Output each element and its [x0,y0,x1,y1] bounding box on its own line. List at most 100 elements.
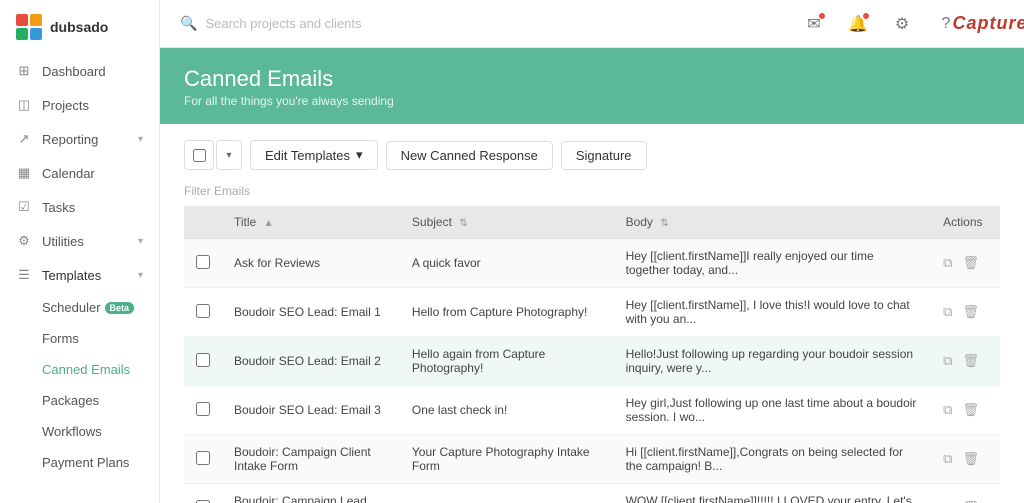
col-actions: Actions [931,206,1000,239]
row-checkbox-cell [184,484,222,503]
sidebar-item-canned-emails[interactable]: Canned Emails [0,354,159,385]
search-container: 🔍 Search projects and clients [180,15,788,32]
copy-icon[interactable]: ⧉ [943,255,952,271]
sidebar-item-utilities[interactable]: ⚙ Utilities ▾ [0,224,159,258]
sidebar-item-packages[interactable]: Packages [0,385,159,416]
row-actions: ⧉ 🗑 [931,435,1000,484]
forms-label: Forms [42,331,79,346]
sidebar-label-projects: Projects [42,98,143,113]
payment-plans-label: Payment Plans [42,455,129,470]
row-checkbox[interactable] [196,353,210,367]
action-icons: ⧉ 🗑 [943,402,988,418]
settings-icon[interactable]: ⚙ [888,10,916,38]
utilities-chevron: ▾ [138,236,143,247]
row-body: Hey [[client.firstName]]I really enjoyed… [614,239,932,288]
delete-icon[interactable]: 🗑 [962,255,979,271]
copy-icon[interactable]: ⧉ [943,451,952,467]
select-dropdown[interactable]: ▾ [216,140,242,170]
table-row: Boudoir: Campaign Client Intake Form You… [184,435,1000,484]
col-title-label: Title [234,215,256,229]
sidebar-item-reporting[interactable]: ↗ Reporting ▾ [0,122,159,156]
edit-templates-chevron: ▾ [356,147,363,163]
sidebar-label-utilities: Utilities [42,234,128,249]
calendar-icon: ▦ [16,165,32,181]
sidebar-item-projects[interactable]: ◫ Projects [0,88,159,122]
row-checkbox[interactable] [196,500,210,503]
row-checkbox[interactable] [196,402,210,416]
copy-icon[interactable]: ⧉ [943,353,952,369]
sidebar-logo: dubsado [0,0,159,54]
packages-label: Packages [42,393,99,408]
subject-sort-icon: ⇅ [459,218,467,229]
new-canned-response-button[interactable]: New Canned Response [386,141,553,170]
content-area: ▾ Edit Templates ▾ New Canned Response S… [160,124,1024,503]
row-actions: ⧉ 🗑 [931,239,1000,288]
col-title[interactable]: Title ▲ [222,206,400,239]
utilities-icon: ⚙ [16,233,32,249]
page-content: Canned Emails For all the things you're … [160,48,1024,503]
table-row: Boudoir SEO Lead: Email 1 Hello from Cap… [184,288,1000,337]
signature-button[interactable]: Signature [561,141,647,170]
select-all-input[interactable] [193,149,206,162]
row-subject: Hello from Capture Photography! [400,288,614,337]
sidebar-item-tasks[interactable]: ☑ Tasks [0,190,159,224]
new-canned-label: New Canned Response [401,148,538,163]
delete-icon[interactable]: 🗑 [962,353,979,369]
row-title: Boudoir SEO Lead: Email 3 [222,386,400,435]
sidebar-label-dashboard: Dashboard [42,64,143,79]
sidebar-item-templates[interactable]: ☰ Templates ▾ [0,258,159,292]
row-checkbox[interactable] [196,304,210,318]
row-subject: Your Capture Photography Intake Form [400,435,614,484]
sidebar-item-workflows[interactable]: Workflows [0,416,159,447]
row-title: Boudoir SEO Lead: Email 2 [222,337,400,386]
search-input[interactable]: Search projects and clients [205,16,361,31]
sidebar-item-payment-plans[interactable]: Payment Plans [0,447,159,478]
sidebar-label-templates: Templates [42,268,128,283]
row-checkbox-cell [184,239,222,288]
sidebar-item-calendar[interactable]: ▦ Calendar [0,156,159,190]
row-actions: ⧉ 🗑 [931,337,1000,386]
col-actions-label: Actions [943,215,982,229]
col-subject[interactable]: Subject ⇅ [400,206,614,239]
mail-notification [818,12,826,20]
reporting-chevron: ▾ [138,134,143,145]
signature-label: Signature [576,148,632,163]
delete-icon[interactable]: 🗑 [962,451,979,467]
search-icon: 🔍 [180,15,197,32]
row-subject: Hello from Capture Photography! [400,484,614,503]
row-subject: A quick favor [400,239,614,288]
col-checkbox [184,206,222,239]
sidebar-item-forms[interactable]: Forms [0,323,159,354]
dashboard-icon: ⊞ [16,63,32,79]
copy-icon[interactable]: ⧉ [943,304,952,320]
canned-emails-label: Canned Emails [42,362,130,377]
row-actions: ⧉ 🗑 [931,484,1000,503]
sidebar-item-dashboard[interactable]: ⊞ Dashboard [0,54,159,88]
bell-icon[interactable]: 🔔 [844,10,872,38]
row-body: WOW [[client.firstName]]!!!!! I LOVED yo… [614,484,932,503]
action-icons: ⧉ 🗑 [943,255,988,271]
delete-icon[interactable]: 🗑 [962,304,979,320]
mail-icon[interactable]: ✉ [800,10,828,38]
row-checkbox[interactable] [196,255,210,269]
select-all-checkbox[interactable] [184,140,214,170]
table-row: Boudoir SEO Lead: Email 2 Hello again fr… [184,337,1000,386]
toolbar: ▾ Edit Templates ▾ New Canned Response S… [184,140,1000,170]
sidebar: dubsado ⊞ Dashboard ◫ Projects ↗ Reporti… [0,0,160,503]
templates-chevron: ▾ [138,270,143,281]
workflows-label: Workflows [42,424,102,439]
page-header: Canned Emails For all the things you're … [160,48,1024,124]
tasks-icon: ☑ [16,199,32,215]
body-sort-icon: ⇅ [660,218,668,229]
col-body[interactable]: Body ⇅ [614,206,932,239]
row-checkbox[interactable] [196,451,210,465]
col-body-label: Body [626,215,653,229]
title-sort-icon: ▲ [264,218,274,229]
edit-templates-label: Edit Templates [265,148,350,163]
delete-icon[interactable]: 🗑 [962,402,979,418]
copy-icon[interactable]: ⧉ [943,402,952,418]
sidebar-item-scheduler[interactable]: Scheduler Beta [0,292,159,323]
edit-templates-button[interactable]: Edit Templates ▾ [250,140,378,170]
sidebar-label-reporting: Reporting [42,132,128,147]
action-icons: ⧉ 🗑 [943,304,988,320]
